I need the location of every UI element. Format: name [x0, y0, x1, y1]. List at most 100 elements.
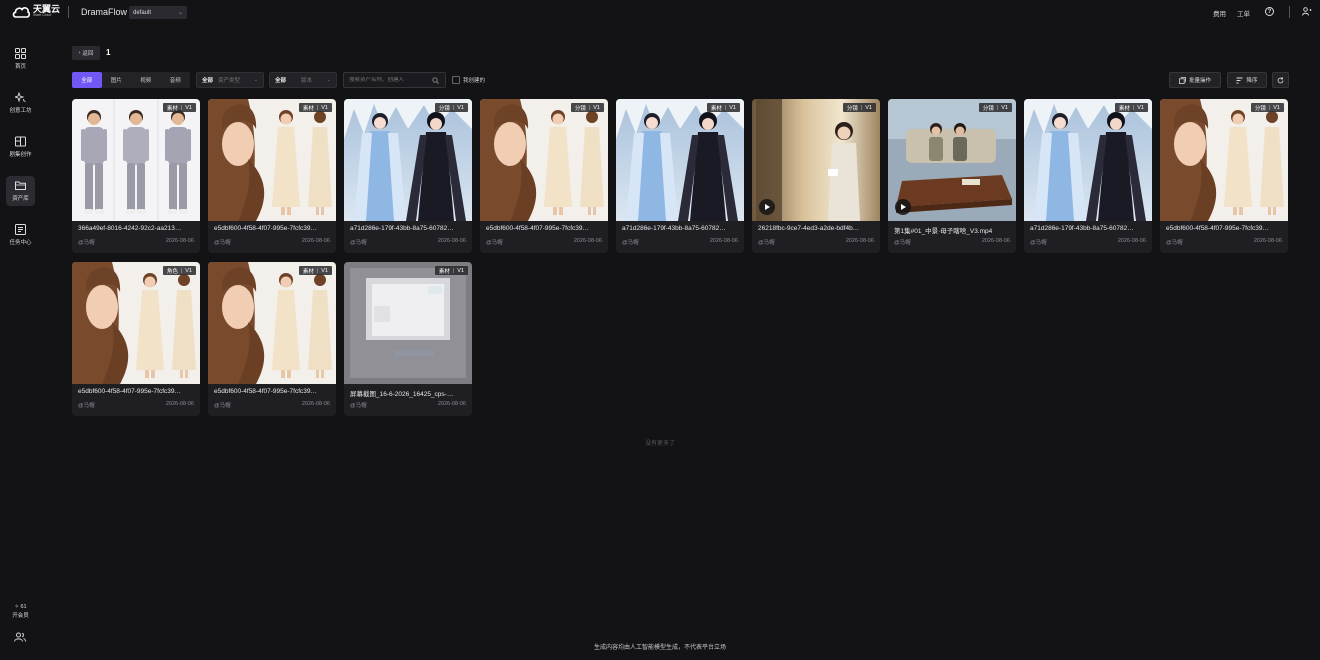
- asset-name: a71d286e-179f-43bb-8a75-60782…: [1030, 225, 1134, 232]
- search-icon[interactable]: [432, 77, 439, 84]
- asset-owner: @马帽: [758, 240, 775, 246]
- people-icon[interactable]: [14, 632, 26, 642]
- play-icon[interactable]: [895, 199, 911, 215]
- ticket-link[interactable]: 工单: [1237, 8, 1250, 18]
- asset-badge: 分镜 | V1: [434, 103, 468, 112]
- badge-separator: |: [1132, 104, 1135, 111]
- help-icon[interactable]: ?: [1265, 7, 1274, 16]
- sidebar-item-tasks[interactable]: 任务中心: [6, 220, 35, 250]
- asset-version: V1: [457, 104, 464, 111]
- asset-type-value: 全部: [202, 78, 214, 84]
- asset-type-placeholder: 资产类型: [218, 78, 241, 84]
- batch-action-label: 批量操作: [1188, 78, 1211, 84]
- asset-card[interactable]: 素材 | V1 屏幕截图_16-6-2026_16425_cps-… @马帽 2…: [344, 262, 472, 416]
- billing-link[interactable]: 费用: [1213, 8, 1226, 18]
- asset-version: V1: [593, 104, 600, 111]
- asset-badge: 素材 | V1: [298, 266, 332, 275]
- badge-separator: |: [316, 267, 319, 274]
- sidebar-item-assets[interactable]: 资产库: [6, 176, 35, 206]
- asset-thumbnail[interactable]: [480, 99, 608, 221]
- badge-separator: |: [452, 104, 455, 111]
- sidebar-item-label: 剧集创作: [9, 152, 32, 158]
- asset-name: 366a49ef-8016-4242-92c2-aa213…: [78, 225, 182, 232]
- asset-version: V1: [321, 104, 328, 111]
- asset-card[interactable]: 分镜 | V1 a71d286e-179f-43bb-8a75-60782… @…: [344, 99, 472, 253]
- sort-button[interactable]: 降序: [1227, 72, 1267, 88]
- asset-tag: 分镜: [574, 105, 586, 112]
- asset-badge: 素材 | V1: [706, 103, 740, 112]
- type-tab-image[interactable]: 图片: [102, 72, 132, 88]
- asset-thumbnail[interactable]: [72, 262, 200, 384]
- asset-tag: 分镜: [1254, 105, 1266, 112]
- top-bar: 天翼云 State Cloud DramaFlow default ⌄ 费用 工…: [0, 0, 1320, 24]
- asset-card[interactable]: 分镜 | V1 e5dbf600-4f58-4f07-995e-7fcfc39……: [1160, 99, 1288, 253]
- asset-card[interactable]: 分镜 | V1 26218fbc-9ce7-4ed3-a2de-bdf4b… @…: [752, 99, 880, 253]
- batch-action-button[interactable]: 批量操作: [1169, 72, 1221, 88]
- asset-version: V1: [1137, 104, 1144, 111]
- asset-tag: 素材: [302, 268, 314, 275]
- asset-tag: 素材: [1118, 105, 1130, 112]
- asset-card[interactable]: 素材 | V1 a71d286e-179f-43bb-8a75-60782… @…: [1024, 99, 1152, 253]
- asset-thumbnail[interactable]: [344, 262, 472, 384]
- asset-tag: 素材: [166, 105, 178, 112]
- asset-card[interactable]: 素材 | V1 a71d286e-179f-43bb-8a75-60782… @…: [616, 99, 744, 253]
- sidebar-item-home[interactable]: 首页: [6, 44, 35, 74]
- asset-thumbnail[interactable]: [344, 99, 472, 221]
- sidebar-item-series[interactable]: 剧集创作: [6, 132, 35, 162]
- asset-thumbnail[interactable]: [616, 99, 744, 221]
- asset-tag: 分镜: [846, 105, 858, 112]
- asset-badge: 素材 | V1: [1114, 103, 1148, 112]
- asset-badge: 角色 | V1: [162, 266, 196, 275]
- search-input[interactable]: [349, 77, 429, 83]
- asset-version: V1: [185, 104, 192, 111]
- asset-thumbnail[interactable]: [1024, 99, 1152, 221]
- asset-card[interactable]: 分镜 | V1 e5dbf600-4f58-4f07-995e-7fcfc39……: [480, 99, 608, 253]
- asset-tag: 角色: [166, 268, 178, 275]
- asset-card[interactable]: 素材 | V1 366a49ef-8016-4242-92c2-aa213… @…: [72, 99, 200, 253]
- type-tab-all[interactable]: 全部: [72, 72, 102, 88]
- asset-badge: 素材 | V1: [298, 103, 332, 112]
- version-select[interactable]: 全部 版本 ⌄: [269, 72, 337, 88]
- asset-owner: @马帽: [1030, 240, 1047, 246]
- asset-version: V1: [1001, 104, 1008, 111]
- asset-thumbnail[interactable]: [208, 99, 336, 221]
- asset-card[interactable]: 素材 | V1 e5dbf600-4f58-4f07-995e-7fcfc39……: [208, 262, 336, 416]
- asset-thumbnail[interactable]: [208, 262, 336, 384]
- asset-thumbnail[interactable]: [72, 99, 200, 221]
- badge-separator: |: [724, 104, 727, 111]
- type-tab-audio[interactable]: 音频: [161, 72, 191, 88]
- type-tab-video[interactable]: 视频: [131, 72, 161, 88]
- workspace-select[interactable]: default ⌄: [129, 6, 187, 19]
- asset-type-select[interactable]: 全部 资产类型 ⌄: [196, 72, 264, 88]
- type-filter: 全部 图片 视频 音频: [72, 72, 190, 88]
- asset-card[interactable]: 角色 | V1 e5dbf600-4f58-4f07-995e-7fcfc39……: [72, 262, 200, 416]
- asset-version: V1: [185, 267, 192, 274]
- asset-card[interactable]: 素材 | V1 e5dbf600-4f58-4f07-995e-7fcfc39……: [208, 99, 336, 253]
- asset-name: e5dbf600-4f58-4f07-995e-7fcfc39…: [214, 225, 317, 232]
- sidebar-item-creative[interactable]: 创意工坊: [6, 88, 35, 118]
- asset-date: 2026-08-06: [437, 401, 466, 407]
- asset-date: 2026-08-06: [301, 401, 330, 407]
- grid-icon: [15, 48, 26, 59]
- refresh-button[interactable]: [1272, 72, 1289, 88]
- credits-block[interactable]: ✧ 61 开会员: [6, 604, 35, 619]
- mine-checkbox[interactable]: [452, 76, 460, 84]
- asset-name: e5dbf600-4f58-4f07-995e-7fcfc39…: [78, 388, 181, 395]
- asset-card[interactable]: 分镜 | V1 第1集#01_中景·母子瞎啥_V3.mp4 @马帽 2026-0…: [888, 99, 1016, 253]
- membership-link[interactable]: 开会员: [12, 611, 29, 619]
- chevron-down-icon: ⌄: [326, 77, 331, 83]
- asset-tag: 素材: [302, 105, 314, 112]
- asset-version: V1: [457, 267, 464, 274]
- sparkle-icon: [15, 92, 26, 103]
- play-icon[interactable]: [759, 199, 775, 215]
- back-button[interactable]: ‹ 返回: [72, 46, 100, 60]
- asset-thumbnail[interactable]: [1160, 99, 1288, 221]
- user-menu-icon[interactable]: [1302, 7, 1312, 16]
- brand-logo[interactable]: 天翼云 State Cloud: [12, 5, 60, 18]
- folder-icon: [15, 181, 26, 190]
- asset-owner: @马帽: [214, 240, 231, 246]
- badge-separator: |: [452, 267, 455, 274]
- asset-owner: @马帽: [894, 240, 911, 246]
- task-list-icon: [15, 224, 26, 235]
- asset-badge: 分镜 | V1: [842, 103, 876, 112]
